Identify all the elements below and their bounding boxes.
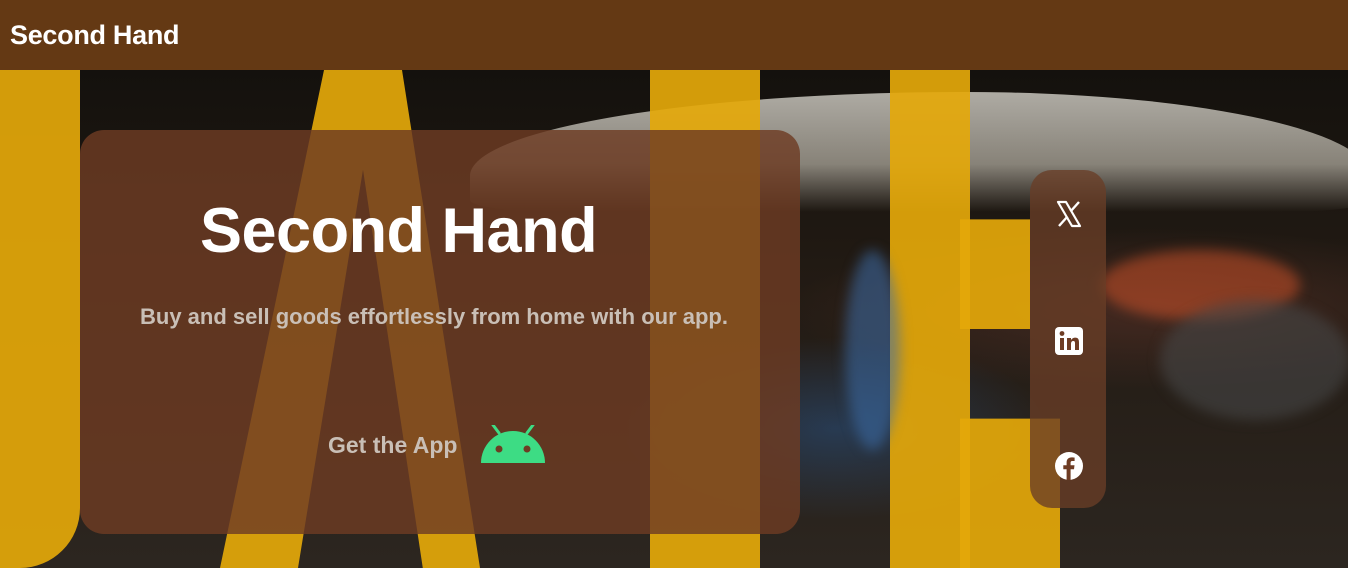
get-app-label: Get the App xyxy=(328,431,458,458)
hero-title: Second Hand xyxy=(200,196,598,267)
linkedin-link[interactable] xyxy=(1053,325,1085,357)
hero-card: Second Hand Buy and sell goods effortles… xyxy=(80,130,800,534)
x-icon xyxy=(1056,200,1082,228)
brand-logo[interactable]: Second Hand xyxy=(10,20,180,51)
get-app-button[interactable]: Get the App xyxy=(328,420,547,470)
facebook-icon xyxy=(1055,452,1083,480)
facebook-link[interactable] xyxy=(1053,450,1085,482)
hero-description: Buy and sell goods effortlessly from hom… xyxy=(140,304,728,329)
linkedin-icon xyxy=(1055,327,1083,355)
navbar: Second Hand xyxy=(0,0,1348,70)
android-icon xyxy=(481,425,546,463)
social-links xyxy=(1030,170,1106,508)
x-link[interactable] xyxy=(1053,198,1085,230)
